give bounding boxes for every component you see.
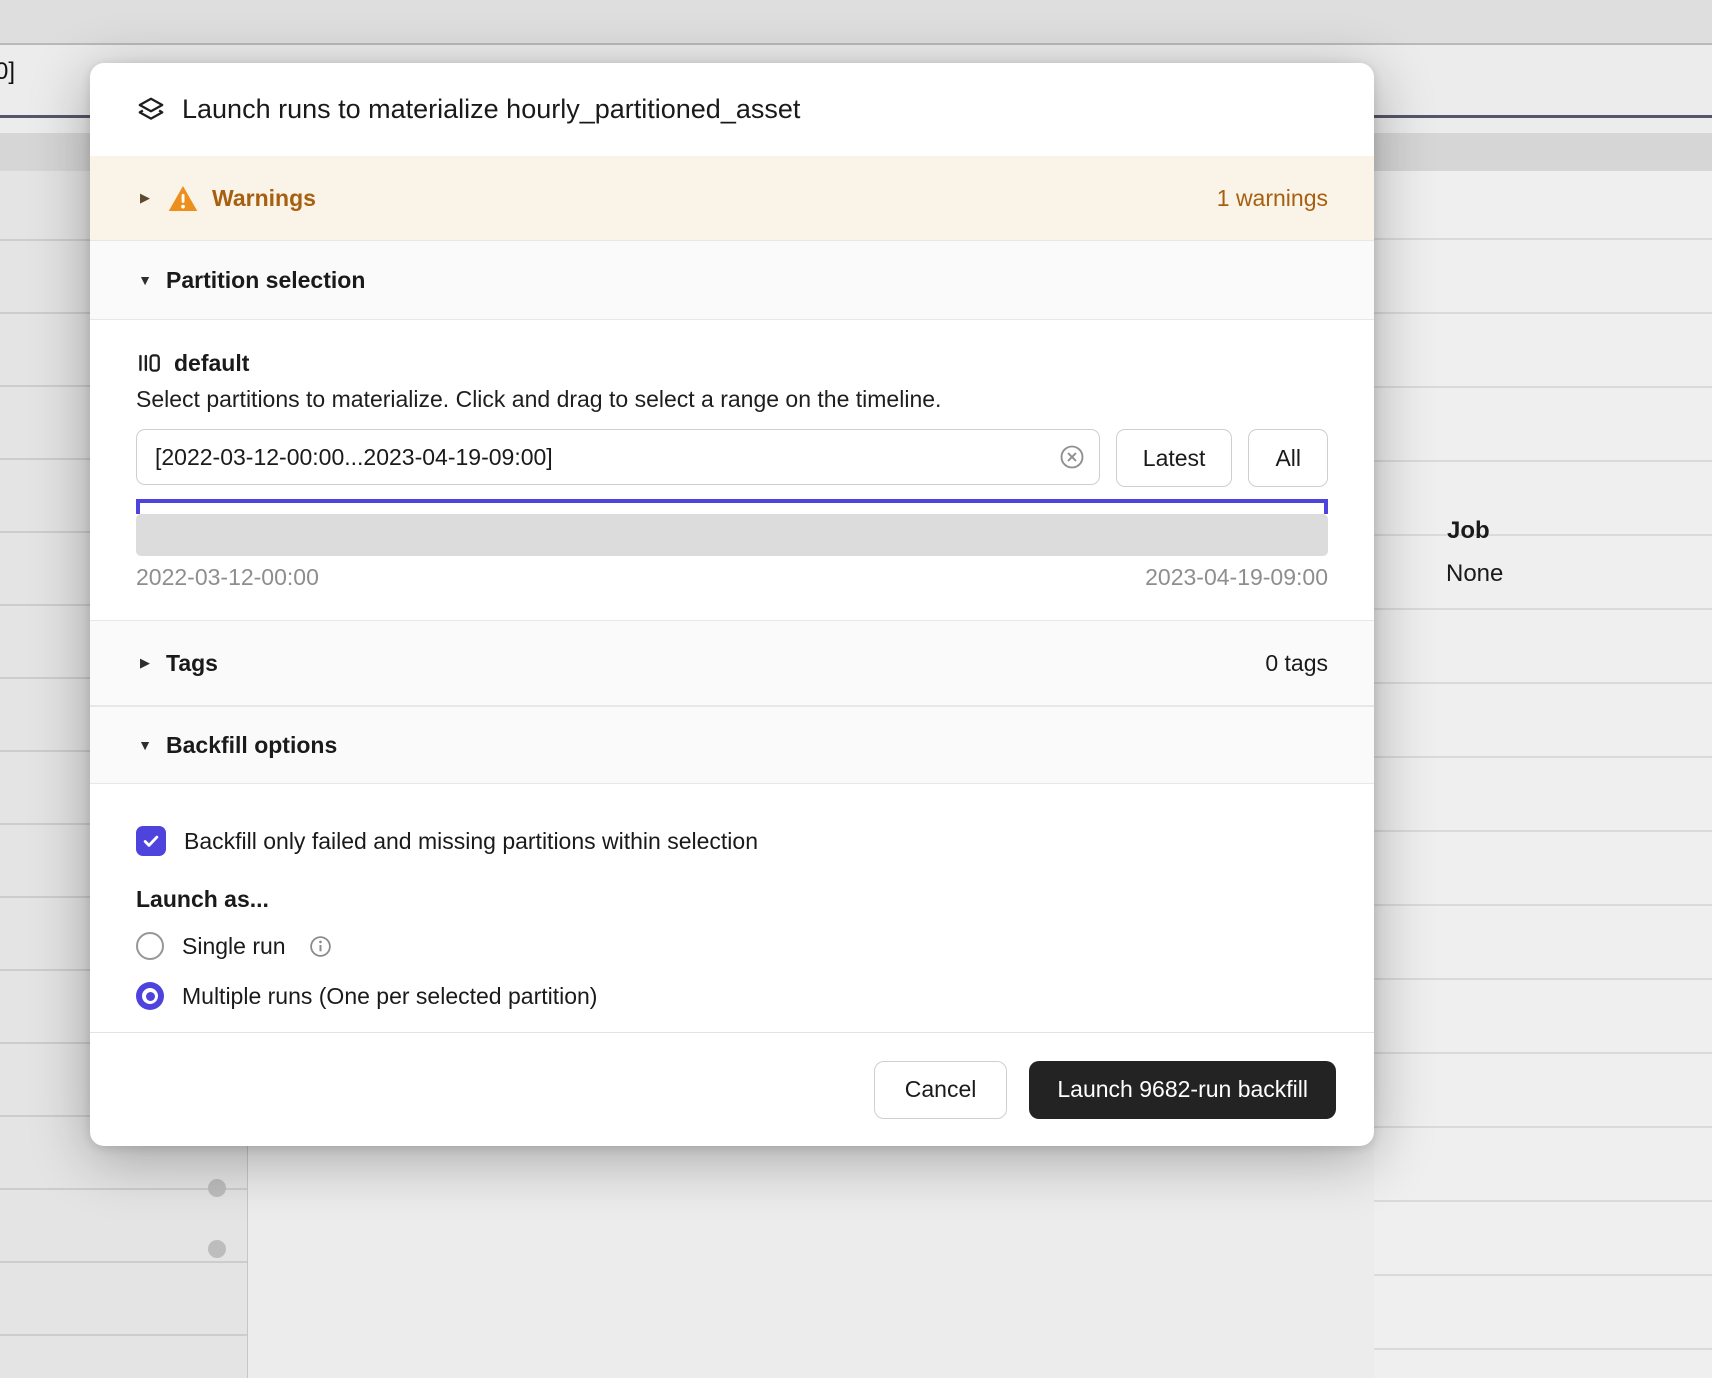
row-status-dot <box>208 1240 226 1258</box>
checkmark-icon <box>141 831 161 851</box>
background-top-bar <box>0 0 1712 45</box>
backfill-options-section-header[interactable]: ▼ Backfill options <box>90 706 1374 784</box>
warnings-section-header[interactable]: ▶ Warnings 1 warnings <box>90 156 1374 240</box>
clear-circle-x-icon <box>1058 443 1086 471</box>
warning-icon <box>168 185 198 212</box>
partition-range-input[interactable] <box>136 429 1100 485</box>
latest-button[interactable]: Latest <box>1116 429 1233 487</box>
partition-dimension-row: default <box>136 346 1328 380</box>
single-run-label: Single run <box>182 933 286 960</box>
timeline-end-label: 2023-04-19-09:00 <box>1145 564 1328 591</box>
tags-count-badge: 0 tags <box>1265 650 1328 677</box>
single-run-option-row: Single run <box>136 929 1328 963</box>
tags-section-header[interactable]: ▶ Tags 0 tags <box>90 620 1374 706</box>
dialog-footer: Cancel Launch 9682-run backfill <box>90 1032 1374 1146</box>
partition-timeline[interactable] <box>136 514 1328 556</box>
launch-backfill-button[interactable]: Launch 9682-run backfill <box>1029 1061 1336 1119</box>
partition-dimension-name: default <box>174 350 249 377</box>
job-column-value: None <box>1446 560 1503 588</box>
partition-range-input-wrap <box>136 429 1100 487</box>
multiple-runs-radio[interactable] <box>136 982 164 1010</box>
partition-selection-instructions: Select partitions to materialize. Click … <box>136 386 1328 413</box>
chevron-down-icon: ▼ <box>136 737 154 753</box>
chevron-down-icon: ▼ <box>136 272 154 288</box>
multiple-runs-label: Multiple runs (One per selected partitio… <box>182 983 597 1010</box>
partition-selection-content: default Select partitions to materialize… <box>90 320 1374 620</box>
backfill-checkbox-label: Backfill only failed and missing partiti… <box>184 828 758 855</box>
info-icon[interactable] <box>308 934 333 959</box>
backfill-only-failed-checkbox[interactable] <box>136 826 166 856</box>
backfill-checkbox-row: Backfill only failed and missing partiti… <box>136 826 1328 856</box>
job-column-header: Job <box>1447 517 1490 545</box>
partition-dimension-icon <box>136 350 162 376</box>
timeline-labels: 2022-03-12-00:00 2023-04-19-09:00 <box>136 564 1328 591</box>
backfill-options-title: Backfill options <box>166 732 337 759</box>
chevron-right-icon: ▶ <box>136 190 154 206</box>
materialize-layers-icon <box>136 95 166 125</box>
warnings-count-badge: 1 warnings <box>1217 185 1328 212</box>
all-button[interactable]: All <box>1248 429 1328 487</box>
partition-range-row: Latest All <box>136 429 1328 487</box>
multiple-runs-option-row: Multiple runs (One per selected partitio… <box>136 979 1328 1013</box>
warnings-label: Warnings <box>212 185 316 212</box>
cancel-button[interactable]: Cancel <box>874 1061 1008 1119</box>
timeline-start-label: 2022-03-12-00:00 <box>136 564 319 591</box>
launch-as-label: Launch as... <box>136 886 1328 913</box>
dialog-title: Launch runs to materialize hourly_partit… <box>182 94 800 125</box>
chevron-right-icon: ▶ <box>136 655 154 671</box>
partition-selection-title: Partition selection <box>166 267 365 294</box>
tags-title: Tags <box>166 650 218 677</box>
background-right-panel: Job None <box>1374 171 1712 1378</box>
backfill-options-content: Backfill only failed and missing partiti… <box>90 784 1374 1032</box>
single-run-radio[interactable] <box>136 932 164 960</box>
background-clipped-cell-text: 0] <box>0 58 15 86</box>
dialog-header: Launch runs to materialize hourly_partit… <box>90 63 1374 156</box>
selection-range-indicator[interactable] <box>136 499 1328 514</box>
clear-selection-button[interactable] <box>1058 443 1086 471</box>
launch-runs-dialog: Launch runs to materialize hourly_partit… <box>90 63 1374 1146</box>
row-status-dot <box>208 1179 226 1197</box>
partition-selection-section-header[interactable]: ▼ Partition selection <box>90 240 1374 320</box>
